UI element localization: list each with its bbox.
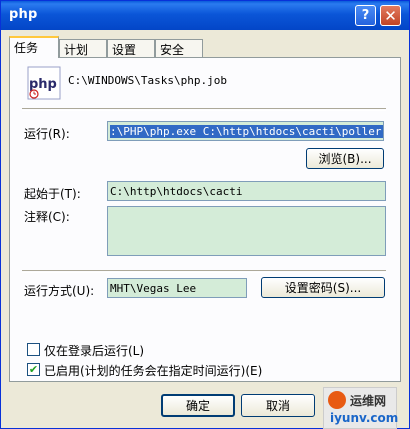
enabled-label: 已启用(计划的任务会在指定时间运行)(E) xyxy=(44,364,263,378)
divider-top xyxy=(22,108,386,111)
run-label: 运行(R): xyxy=(24,127,70,141)
site-watermark: 运维网 iyunv.com xyxy=(323,387,399,429)
ok-label: 确定 xyxy=(185,399,210,413)
cancel-label: 取消 xyxy=(265,399,290,413)
checkmark-icon: ✔ xyxy=(28,363,39,376)
only-logged-on-label: 仅在登录后运行(L) xyxy=(44,344,145,358)
tab-schedule-label: 计划 xyxy=(64,43,89,57)
watermark-line1: 运维网 xyxy=(350,394,387,408)
help-icon: ? xyxy=(361,8,370,23)
tab-security-label: 安全 xyxy=(160,43,185,57)
run-as-label: 运行方式(U): xyxy=(24,284,95,298)
start-in-label: 起始于(T): xyxy=(24,187,81,201)
help-button[interactable]: ? xyxy=(355,5,376,26)
run-command-field[interactable]: :\PHP\php.exe C:\http\htdocs\cacti\polle… xyxy=(107,121,384,141)
php-file-icon: php xyxy=(27,66,61,100)
ok-button[interactable]: 确定 xyxy=(161,394,235,417)
tab-schedule[interactable]: 计划 xyxy=(59,39,107,57)
close-button[interactable]: ✕ xyxy=(380,5,401,26)
start-in-value: C:\http\htdocs\cacti xyxy=(110,185,243,198)
tab-security[interactable]: 安全 xyxy=(155,39,203,57)
task-properties-window: php ? ✕ 任务 计划 设置 安全 php C:\WINDOWS\Tasks… xyxy=(0,0,410,429)
watermark-line2: iyunv.com xyxy=(330,411,399,425)
start-in-field[interactable]: C:\http\htdocs\cacti xyxy=(107,181,386,201)
enabled-checkbox[interactable]: ✔ xyxy=(27,363,40,376)
tab-settings[interactable]: 设置 xyxy=(107,39,155,57)
browse-button[interactable]: 浏览(B)... xyxy=(306,148,384,169)
run-as-value: MHT\Vegas Lee xyxy=(110,282,197,295)
comment-field[interactable] xyxy=(107,206,386,256)
comment-label: 注释(C): xyxy=(24,210,70,224)
tab-settings-label: 设置 xyxy=(112,43,137,57)
run-as-field[interactable]: MHT\Vegas Lee xyxy=(107,278,247,298)
tab-task-label: 任务 xyxy=(14,41,39,55)
job-path: C:\WINDOWS\Tasks\php.job xyxy=(68,74,227,87)
task-panel: php C:\WINDOWS\Tasks\php.job 运行(R): :\PH… xyxy=(9,57,401,382)
watermark-logo-icon xyxy=(328,391,346,409)
set-password-button[interactable]: 设置密码(S)... xyxy=(261,277,385,298)
window-title: php xyxy=(9,7,38,22)
browse-button-label: 浏览(B)... xyxy=(318,152,372,166)
cancel-button[interactable]: 取消 xyxy=(241,394,315,417)
set-password-label: 设置密码(S)... xyxy=(284,281,362,295)
only-logged-on-checkbox[interactable] xyxy=(27,343,40,356)
run-command-value: :\PHP\php.exe C:\http\htdocs\cacti\polle… xyxy=(110,125,383,138)
title-bar[interactable]: php ? ✕ xyxy=(1,1,409,30)
divider-middle xyxy=(22,270,386,273)
tab-task[interactable]: 任务 xyxy=(9,36,59,58)
close-icon: ✕ xyxy=(384,6,397,25)
